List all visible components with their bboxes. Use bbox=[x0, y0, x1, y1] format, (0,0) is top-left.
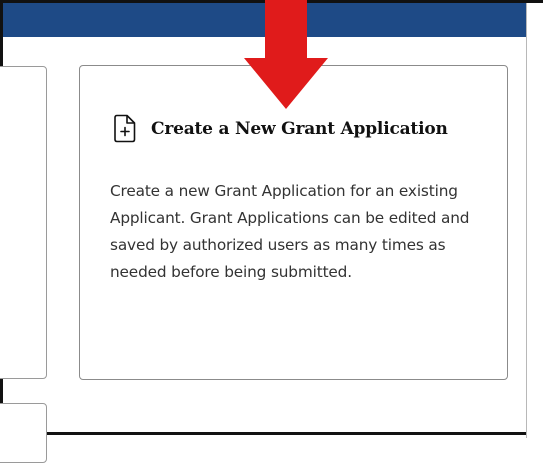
previous-option-card[interactable] bbox=[0, 66, 47, 379]
file-plus-icon bbox=[114, 114, 136, 143]
down-arrow-icon bbox=[244, 0, 328, 109]
card-header[interactable]: Create a New Grant Application bbox=[114, 114, 448, 143]
create-grant-application-card[interactable]: Create a New Grant Application Create a … bbox=[79, 65, 508, 380]
card-title[interactable]: Create a New Grant Application bbox=[151, 119, 448, 139]
card-description: Create a new Grant Application for an ex… bbox=[110, 182, 470, 281]
right-sidebar bbox=[526, 3, 543, 438]
next-row-option-card[interactable] bbox=[0, 403, 47, 463]
